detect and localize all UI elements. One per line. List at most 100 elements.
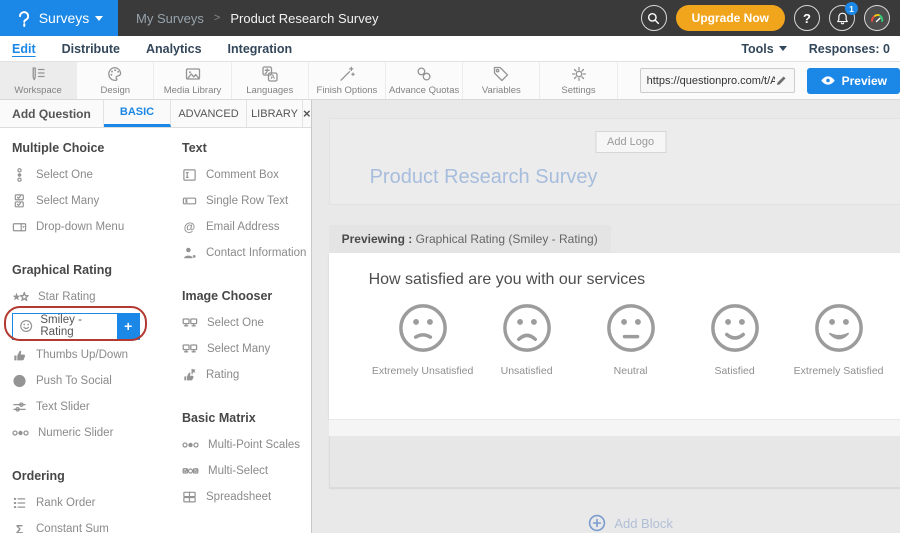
qtype-label: Select Many	[36, 195, 99, 207]
qtype-multi-select[interactable]: Multi-Select	[182, 458, 311, 484]
qtype-thumbs-up-down[interactable]: Thumbs Up/Down	[12, 342, 170, 368]
add-block-button[interactable]: Add Block	[329, 514, 900, 532]
qtype-star-rating[interactable]: Star Rating	[12, 284, 170, 310]
help-button[interactable]: ?	[794, 5, 820, 31]
tab-integration[interactable]: Integration	[228, 42, 293, 56]
breadcrumb-current-survey: Product Research Survey	[230, 11, 378, 26]
very-happy-face-icon	[813, 302, 865, 354]
dropdown-icon	[12, 219, 27, 235]
qtype-dropdown-menu[interactable]: Drop-down Menu	[12, 214, 170, 240]
previewing-value: Graphical Rating (Smiley - Rating)	[416, 232, 598, 246]
qtype-label: Multi-Point Scales	[208, 439, 300, 451]
qtype-label: Email Address	[206, 221, 280, 233]
previewing-tab: Previewing : Graphical Rating (Smiley - …	[329, 225, 611, 253]
search-button[interactable]	[641, 5, 667, 31]
smiley-option-satisfied[interactable]: Satisfied	[683, 302, 787, 377]
tools-menu[interactable]: Tools	[741, 42, 786, 56]
plus-circle-icon	[588, 514, 606, 532]
chain-links-icon	[415, 65, 433, 83]
qtype-label: Select One	[207, 317, 264, 329]
empty-survey-block	[329, 436, 900, 488]
qtype-email-address[interactable]: @ Email Address	[182, 214, 311, 240]
pencil-icon[interactable]	[775, 74, 788, 87]
breadcrumb-my-surveys[interactable]: My Surveys	[136, 11, 204, 26]
tab-basic[interactable]: BASIC	[104, 100, 171, 127]
preview-button[interactable]: Preview	[807, 68, 900, 94]
toolbar-variables[interactable]: Variables	[463, 62, 540, 99]
qtype-push-to-social[interactable]: Push To Social	[12, 368, 170, 394]
qtype-multi-point-scales[interactable]: Multi-Point Scales	[182, 432, 311, 458]
smiley-option-extremely-unsatisfied[interactable]: Extremely Unsatisfied	[371, 302, 475, 377]
toolbar-settings[interactable]: Settings	[540, 62, 617, 99]
qtype-smiley-rating[interactable]: Smiley - Rating +	[12, 313, 140, 340]
survey-title[interactable]: Product Research Survey	[370, 166, 598, 189]
svg-text:@: @	[184, 221, 195, 234]
qtype-label: Push To Social	[36, 375, 112, 387]
qtype-comment-box[interactable]: Comment Box	[182, 162, 311, 188]
smiley-label: Satisfied	[714, 365, 754, 377]
qtype-image-rating[interactable]: Rating	[182, 362, 311, 388]
account-avatar[interactable]	[864, 5, 890, 31]
toolbar-advance-quotas[interactable]: Advance Quotas	[386, 62, 463, 99]
breadcrumb: My Surveys > Product Research Survey	[136, 11, 378, 26]
qtype-select-one[interactable]: Select One	[12, 162, 170, 188]
toolbar-finish-options[interactable]: Finish Options	[309, 62, 386, 99]
toolbar-label: Variables	[482, 85, 521, 96]
panel-tab-strip: Add Question BASIC ADVANCED LIBRARY ×	[0, 100, 311, 128]
qtype-single-row-text[interactable]: Single Row Text	[182, 188, 311, 214]
tab-distribute[interactable]: Distribute	[62, 42, 120, 56]
product-switcher[interactable]: Surveys	[0, 0, 118, 36]
qtype-numeric-slider[interactable]: Numeric Slider	[12, 420, 170, 446]
notifications-button[interactable]: 1	[829, 5, 855, 31]
radio-list-icon	[12, 167, 27, 183]
responses-count[interactable]: Responses: 0	[809, 42, 890, 56]
toolbar-label: Finish Options	[317, 85, 378, 96]
smiley-option-neutral[interactable]: Neutral	[579, 302, 683, 377]
toolbar-label: Design	[101, 85, 131, 96]
survey-url-field[interactable]	[640, 68, 795, 93]
close-panel-button[interactable]: ×	[303, 100, 311, 127]
stars-icon	[12, 290, 29, 305]
toolbar-languages[interactable]: A Languages	[232, 62, 309, 99]
tab-edit[interactable]: Edit	[12, 42, 36, 56]
qtype-spreadsheet[interactable]: Spreadsheet	[182, 484, 311, 510]
qtype-select-many[interactable]: Select Many	[12, 188, 170, 214]
survey-url-input[interactable]	[647, 75, 775, 87]
svg-text:Σ: Σ	[16, 522, 23, 533]
add-question-plus-button[interactable]: +	[117, 314, 139, 339]
qtype-label: Drop-down Menu	[36, 221, 124, 233]
add-logo-button[interactable]: Add Logo	[595, 131, 666, 153]
tab-analytics[interactable]: Analytics	[146, 42, 202, 56]
upgrade-now-button[interactable]: Upgrade Now	[676, 5, 785, 31]
points-scale-icon	[182, 437, 199, 453]
search-icon	[646, 11, 661, 26]
qtype-rank-order[interactable]: Rank Order	[12, 490, 170, 516]
qtype-constant-sum[interactable]: Σ Constant Sum	[12, 516, 170, 533]
previewing-label: Previewing :	[342, 232, 413, 246]
qtype-image-select-one[interactable]: Select One	[182, 310, 311, 336]
qtype-text-slider[interactable]: Text Slider	[12, 394, 170, 420]
section-basic-matrix: Basic Matrix	[182, 411, 311, 425]
tab-library[interactable]: LIBRARY	[247, 100, 303, 127]
checkbox-list-icon	[12, 193, 27, 209]
dual-image-frames-icon	[182, 316, 198, 331]
toolbar-media-library[interactable]: Media Library	[154, 62, 231, 99]
chevron-down-icon	[95, 16, 103, 21]
section-text: Text	[182, 141, 311, 155]
toolbar-workspace[interactable]: Workspace	[0, 62, 77, 99]
smiley-option-extremely-satisfied[interactable]: Extremely Satisfied	[787, 302, 891, 377]
toolbar-design[interactable]: Design	[77, 62, 154, 99]
qtype-label: Contact Information	[206, 247, 306, 259]
tab-advanced[interactable]: ADVANCED	[171, 100, 247, 127]
smiley-option-unsatisfied[interactable]: Unsatisfied	[475, 302, 579, 377]
qtype-label: Numeric Slider	[38, 427, 113, 439]
tools-label: Tools	[741, 42, 773, 56]
qtype-image-select-many[interactable]: Select Many	[182, 336, 311, 362]
gauge-avatar-icon	[867, 8, 887, 28]
smiley-icon	[19, 318, 33, 334]
qtype-contact-information[interactable]: Contact Information	[182, 240, 311, 266]
qtype-label: Constant Sum	[36, 523, 109, 533]
qtype-smiley-rating-highlighted: Smiley - Rating +	[12, 310, 170, 342]
sad-face-icon	[501, 302, 553, 354]
qtype-label: Star Rating	[38, 291, 96, 303]
